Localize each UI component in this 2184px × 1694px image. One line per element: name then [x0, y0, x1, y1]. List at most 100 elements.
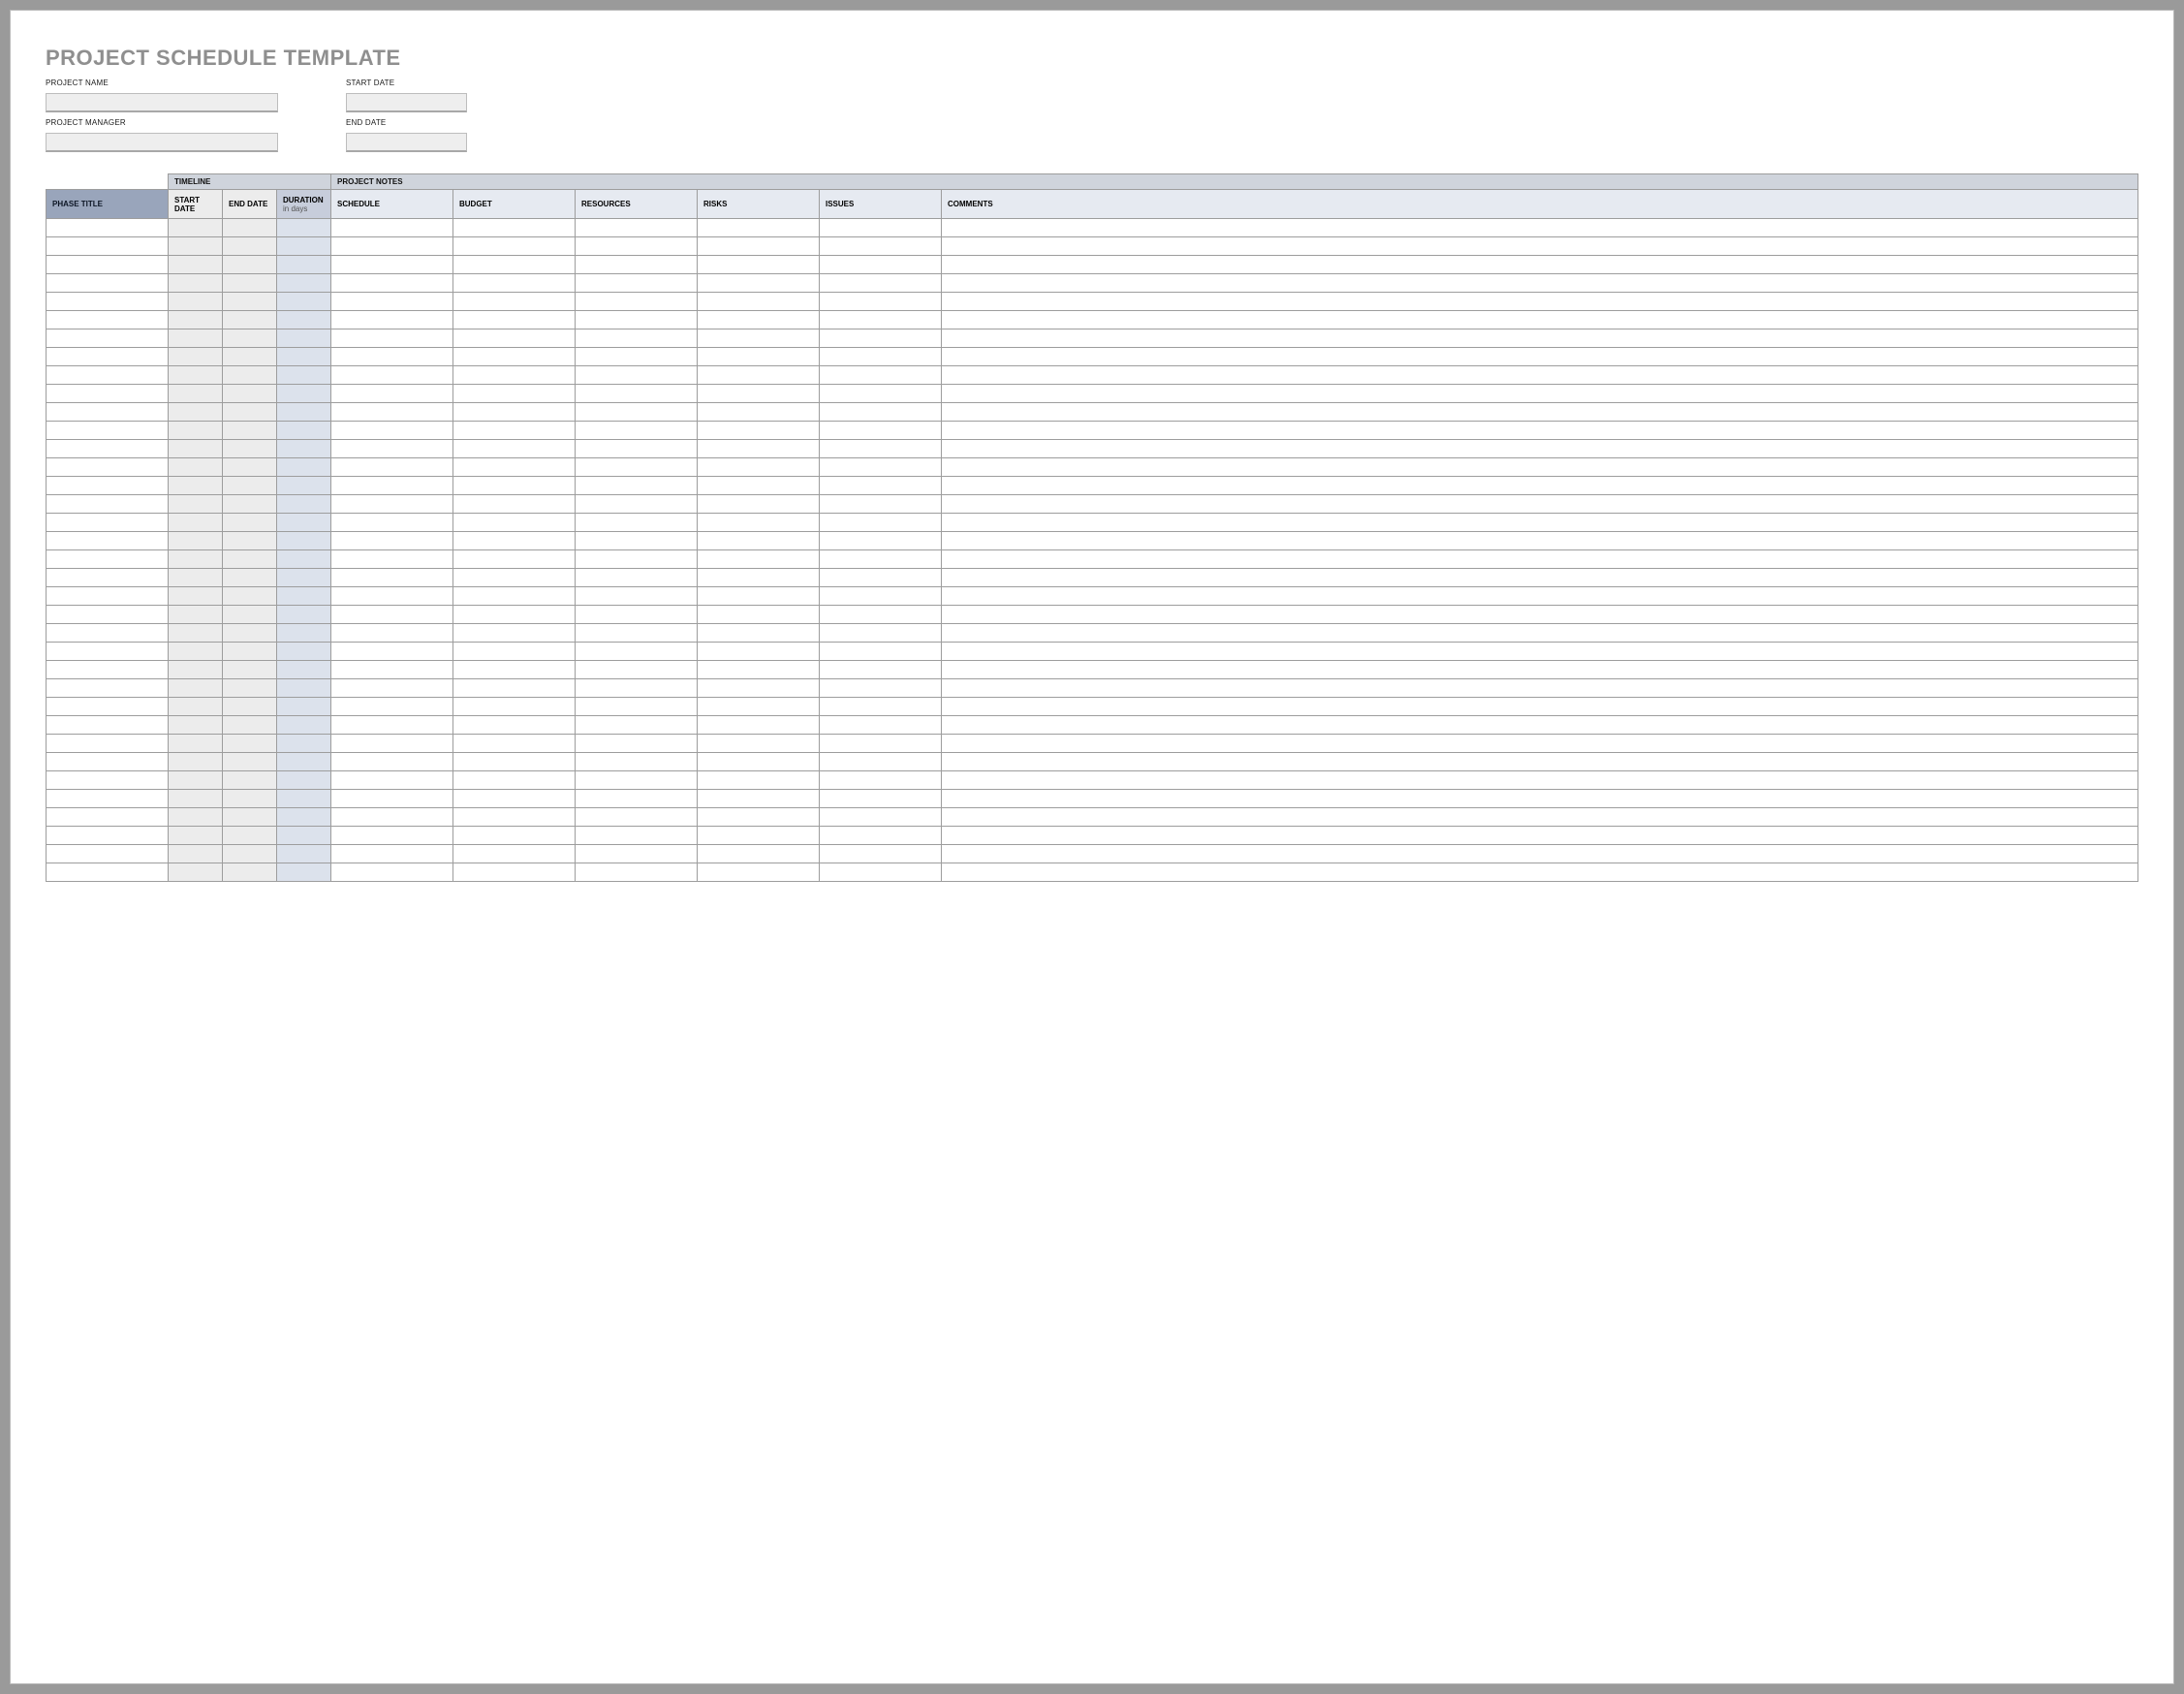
cell-input-schedule[interactable]: [331, 349, 452, 366]
cell-input-comments[interactable]: [942, 846, 2137, 863]
cell-input-duration[interactable]: [277, 791, 330, 808]
cell-input-end-date[interactable]: [223, 294, 276, 311]
cell-input-resources[interactable]: [576, 330, 697, 348]
cell-input-phase-title[interactable]: [47, 330, 168, 348]
cell-input-resources[interactable]: [576, 312, 697, 329]
cell-input-resources[interactable]: [576, 459, 697, 477]
cell-input-end-date[interactable]: [223, 717, 276, 735]
cell-input-duration[interactable]: [277, 330, 330, 348]
cell-input-duration[interactable]: [277, 294, 330, 311]
cell-input-schedule[interactable]: [331, 275, 452, 293]
cell-input-risks[interactable]: [698, 238, 819, 256]
cell-input-issues[interactable]: [820, 459, 941, 477]
cell-input-end-date[interactable]: [223, 533, 276, 550]
cell-input-duration[interactable]: [277, 423, 330, 440]
cell-input-phase-title[interactable]: [47, 570, 168, 587]
cell-input-risks[interactable]: [698, 515, 819, 532]
cell-input-comments[interactable]: [942, 515, 2137, 532]
cell-input-issues[interactable]: [820, 238, 941, 256]
cell-input-budget[interactable]: [453, 864, 575, 882]
cell-input-risks[interactable]: [698, 386, 819, 403]
cell-input-resources[interactable]: [576, 294, 697, 311]
cell-input-start-date[interactable]: [169, 312, 222, 329]
cell-input-issues[interactable]: [820, 478, 941, 495]
cell-input-risks[interactable]: [698, 551, 819, 569]
cell-input-start-date[interactable]: [169, 404, 222, 422]
cell-input-resources[interactable]: [576, 662, 697, 679]
cell-input-start-date[interactable]: [169, 809, 222, 827]
cell-input-duration[interactable]: [277, 736, 330, 753]
cell-input-resources[interactable]: [576, 257, 697, 274]
cell-input-comments[interactable]: [942, 864, 2137, 882]
cell-input-issues[interactable]: [820, 643, 941, 661]
cell-input-budget[interactable]: [453, 643, 575, 661]
cell-input-duration[interactable]: [277, 275, 330, 293]
cell-input-phase-title[interactable]: [47, 717, 168, 735]
cell-input-resources[interactable]: [576, 736, 697, 753]
cell-input-end-date[interactable]: [223, 423, 276, 440]
cell-input-phase-title[interactable]: [47, 699, 168, 716]
cell-input-end-date[interactable]: [223, 791, 276, 808]
cell-input-resources[interactable]: [576, 496, 697, 514]
cell-input-budget[interactable]: [453, 220, 575, 237]
cell-input-comments[interactable]: [942, 699, 2137, 716]
cell-input-budget[interactable]: [453, 404, 575, 422]
cell-input-risks[interactable]: [698, 680, 819, 698]
cell-input-budget[interactable]: [453, 478, 575, 495]
cell-input-budget[interactable]: [453, 294, 575, 311]
cell-input-risks[interactable]: [698, 441, 819, 458]
cell-input-phase-title[interactable]: [47, 809, 168, 827]
cell-input-comments[interactable]: [942, 423, 2137, 440]
cell-input-duration[interactable]: [277, 864, 330, 882]
cell-input-comments[interactable]: [942, 404, 2137, 422]
cell-input-duration[interactable]: [277, 809, 330, 827]
cell-input-comments[interactable]: [942, 680, 2137, 698]
cell-input-risks[interactable]: [698, 220, 819, 237]
cell-input-phase-title[interactable]: [47, 772, 168, 790]
cell-input-phase-title[interactable]: [47, 423, 168, 440]
cell-input-end-date[interactable]: [223, 312, 276, 329]
cell-input-comments[interactable]: [942, 367, 2137, 385]
cell-input-issues[interactable]: [820, 736, 941, 753]
cell-input-risks[interactable]: [698, 570, 819, 587]
cell-input-risks[interactable]: [698, 478, 819, 495]
end-date-input[interactable]: [346, 133, 467, 152]
cell-input-comments[interactable]: [942, 717, 2137, 735]
cell-input-budget[interactable]: [453, 349, 575, 366]
cell-input-schedule[interactable]: [331, 404, 452, 422]
cell-input-start-date[interactable]: [169, 496, 222, 514]
cell-input-phase-title[interactable]: [47, 478, 168, 495]
cell-input-start-date[interactable]: [169, 441, 222, 458]
cell-input-comments[interactable]: [942, 330, 2137, 348]
cell-input-phase-title[interactable]: [47, 754, 168, 771]
cell-input-budget[interactable]: [453, 496, 575, 514]
cell-input-risks[interactable]: [698, 643, 819, 661]
cell-input-end-date[interactable]: [223, 220, 276, 237]
cell-input-issues[interactable]: [820, 367, 941, 385]
cell-input-resources[interactable]: [576, 791, 697, 808]
cell-input-duration[interactable]: [277, 441, 330, 458]
cell-input-issues[interactable]: [820, 864, 941, 882]
cell-input-schedule[interactable]: [331, 717, 452, 735]
cell-input-resources[interactable]: [576, 588, 697, 606]
cell-input-risks[interactable]: [698, 404, 819, 422]
cell-input-resources[interactable]: [576, 441, 697, 458]
cell-input-budget[interactable]: [453, 386, 575, 403]
cell-input-phase-title[interactable]: [47, 607, 168, 624]
cell-input-risks[interactable]: [698, 330, 819, 348]
cell-input-budget[interactable]: [453, 423, 575, 440]
cell-input-risks[interactable]: [698, 828, 819, 845]
cell-input-schedule[interactable]: [331, 515, 452, 532]
cell-input-risks[interactable]: [698, 809, 819, 827]
cell-input-end-date[interactable]: [223, 551, 276, 569]
cell-input-issues[interactable]: [820, 423, 941, 440]
cell-input-budget[interactable]: [453, 588, 575, 606]
cell-input-end-date[interactable]: [223, 607, 276, 624]
cell-input-schedule[interactable]: [331, 772, 452, 790]
cell-input-duration[interactable]: [277, 607, 330, 624]
cell-input-start-date[interactable]: [169, 238, 222, 256]
cell-input-risks[interactable]: [698, 736, 819, 753]
cell-input-issues[interactable]: [820, 386, 941, 403]
cell-input-phase-title[interactable]: [47, 367, 168, 385]
cell-input-schedule[interactable]: [331, 551, 452, 569]
